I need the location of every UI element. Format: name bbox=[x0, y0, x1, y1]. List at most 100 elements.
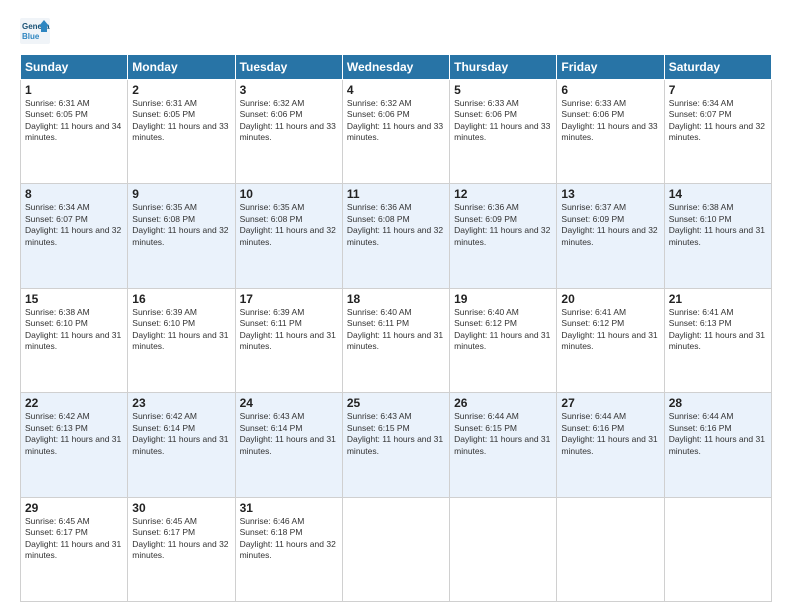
day-number: 21 bbox=[669, 292, 767, 306]
calendar-cell bbox=[557, 497, 664, 601]
cell-info: Sunrise: 6:36 AMSunset: 6:08 PMDaylight:… bbox=[347, 202, 443, 246]
day-number: 19 bbox=[454, 292, 552, 306]
calendar-table: SundayMondayTuesdayWednesdayThursdayFrid… bbox=[20, 54, 772, 602]
header: General Blue bbox=[20, 18, 772, 44]
day-number: 9 bbox=[132, 187, 230, 201]
calendar-cell: 4 Sunrise: 6:32 AMSunset: 6:06 PMDayligh… bbox=[342, 80, 449, 184]
day-number: 29 bbox=[25, 501, 123, 515]
cell-info: Sunrise: 6:44 AMSunset: 6:16 PMDaylight:… bbox=[561, 411, 657, 455]
calendar-cell: 11 Sunrise: 6:36 AMSunset: 6:08 PMDaylig… bbox=[342, 184, 449, 288]
calendar-week-row: 22 Sunrise: 6:42 AMSunset: 6:13 PMDaylig… bbox=[21, 393, 772, 497]
cell-info: Sunrise: 6:46 AMSunset: 6:18 PMDaylight:… bbox=[240, 516, 336, 560]
calendar-cell: 15 Sunrise: 6:38 AMSunset: 6:10 PMDaylig… bbox=[21, 288, 128, 392]
weekday-header-monday: Monday bbox=[128, 55, 235, 80]
cell-info: Sunrise: 6:35 AMSunset: 6:08 PMDaylight:… bbox=[240, 202, 336, 246]
day-number: 25 bbox=[347, 396, 445, 410]
calendar-cell: 17 Sunrise: 6:39 AMSunset: 6:11 PMDaylig… bbox=[235, 288, 342, 392]
calendar-cell: 13 Sunrise: 6:37 AMSunset: 6:09 PMDaylig… bbox=[557, 184, 664, 288]
day-number: 15 bbox=[25, 292, 123, 306]
calendar-cell: 24 Sunrise: 6:43 AMSunset: 6:14 PMDaylig… bbox=[235, 393, 342, 497]
calendar-cell: 22 Sunrise: 6:42 AMSunset: 6:13 PMDaylig… bbox=[21, 393, 128, 497]
calendar-week-row: 8 Sunrise: 6:34 AMSunset: 6:07 PMDayligh… bbox=[21, 184, 772, 288]
calendar-cell: 30 Sunrise: 6:45 AMSunset: 6:17 PMDaylig… bbox=[128, 497, 235, 601]
day-number: 11 bbox=[347, 187, 445, 201]
day-number: 28 bbox=[669, 396, 767, 410]
calendar-cell: 14 Sunrise: 6:38 AMSunset: 6:10 PMDaylig… bbox=[664, 184, 771, 288]
day-number: 7 bbox=[669, 83, 767, 97]
calendar-cell: 1 Sunrise: 6:31 AMSunset: 6:05 PMDayligh… bbox=[21, 80, 128, 184]
day-number: 22 bbox=[25, 396, 123, 410]
calendar-week-row: 29 Sunrise: 6:45 AMSunset: 6:17 PMDaylig… bbox=[21, 497, 772, 601]
cell-info: Sunrise: 6:42 AMSunset: 6:13 PMDaylight:… bbox=[25, 411, 121, 455]
logo: General Blue bbox=[20, 18, 50, 44]
day-number: 30 bbox=[132, 501, 230, 515]
cell-info: Sunrise: 6:39 AMSunset: 6:10 PMDaylight:… bbox=[132, 307, 228, 351]
day-number: 6 bbox=[561, 83, 659, 97]
calendar-cell: 5 Sunrise: 6:33 AMSunset: 6:06 PMDayligh… bbox=[450, 80, 557, 184]
day-number: 5 bbox=[454, 83, 552, 97]
weekday-header-sunday: Sunday bbox=[21, 55, 128, 80]
calendar-cell: 12 Sunrise: 6:36 AMSunset: 6:09 PMDaylig… bbox=[450, 184, 557, 288]
cell-info: Sunrise: 6:41 AMSunset: 6:12 PMDaylight:… bbox=[561, 307, 657, 351]
calendar-cell: 27 Sunrise: 6:44 AMSunset: 6:16 PMDaylig… bbox=[557, 393, 664, 497]
cell-info: Sunrise: 6:45 AMSunset: 6:17 PMDaylight:… bbox=[132, 516, 228, 560]
cell-info: Sunrise: 6:38 AMSunset: 6:10 PMDaylight:… bbox=[25, 307, 121, 351]
cell-info: Sunrise: 6:31 AMSunset: 6:05 PMDaylight:… bbox=[132, 98, 228, 142]
calendar-cell: 7 Sunrise: 6:34 AMSunset: 6:07 PMDayligh… bbox=[664, 80, 771, 184]
cell-info: Sunrise: 6:33 AMSunset: 6:06 PMDaylight:… bbox=[454, 98, 550, 142]
cell-info: Sunrise: 6:32 AMSunset: 6:06 PMDaylight:… bbox=[347, 98, 443, 142]
cell-info: Sunrise: 6:34 AMSunset: 6:07 PMDaylight:… bbox=[669, 98, 765, 142]
day-number: 18 bbox=[347, 292, 445, 306]
cell-info: Sunrise: 6:45 AMSunset: 6:17 PMDaylight:… bbox=[25, 516, 121, 560]
calendar-cell: 2 Sunrise: 6:31 AMSunset: 6:05 PMDayligh… bbox=[128, 80, 235, 184]
logo-icon: General Blue bbox=[20, 18, 50, 44]
calendar-cell: 23 Sunrise: 6:42 AMSunset: 6:14 PMDaylig… bbox=[128, 393, 235, 497]
cell-info: Sunrise: 6:31 AMSunset: 6:05 PMDaylight:… bbox=[25, 98, 121, 142]
calendar-cell: 29 Sunrise: 6:45 AMSunset: 6:17 PMDaylig… bbox=[21, 497, 128, 601]
cell-info: Sunrise: 6:40 AMSunset: 6:11 PMDaylight:… bbox=[347, 307, 443, 351]
cell-info: Sunrise: 6:38 AMSunset: 6:10 PMDaylight:… bbox=[669, 202, 765, 246]
calendar-cell: 3 Sunrise: 6:32 AMSunset: 6:06 PMDayligh… bbox=[235, 80, 342, 184]
day-number: 12 bbox=[454, 187, 552, 201]
page: General Blue SundayMondayTuesdayWednesda… bbox=[0, 0, 792, 612]
cell-info: Sunrise: 6:32 AMSunset: 6:06 PMDaylight:… bbox=[240, 98, 336, 142]
day-number: 17 bbox=[240, 292, 338, 306]
calendar-cell: 20 Sunrise: 6:41 AMSunset: 6:12 PMDaylig… bbox=[557, 288, 664, 392]
calendar-cell bbox=[664, 497, 771, 601]
day-number: 13 bbox=[561, 187, 659, 201]
day-number: 1 bbox=[25, 83, 123, 97]
weekday-header-thursday: Thursday bbox=[450, 55, 557, 80]
calendar-cell: 28 Sunrise: 6:44 AMSunset: 6:16 PMDaylig… bbox=[664, 393, 771, 497]
cell-info: Sunrise: 6:33 AMSunset: 6:06 PMDaylight:… bbox=[561, 98, 657, 142]
day-number: 14 bbox=[669, 187, 767, 201]
weekday-header-wednesday: Wednesday bbox=[342, 55, 449, 80]
calendar-cell: 9 Sunrise: 6:35 AMSunset: 6:08 PMDayligh… bbox=[128, 184, 235, 288]
cell-info: Sunrise: 6:40 AMSunset: 6:12 PMDaylight:… bbox=[454, 307, 550, 351]
calendar-cell: 31 Sunrise: 6:46 AMSunset: 6:18 PMDaylig… bbox=[235, 497, 342, 601]
day-number: 31 bbox=[240, 501, 338, 515]
cell-info: Sunrise: 6:43 AMSunset: 6:15 PMDaylight:… bbox=[347, 411, 443, 455]
weekday-header-tuesday: Tuesday bbox=[235, 55, 342, 80]
cell-info: Sunrise: 6:41 AMSunset: 6:13 PMDaylight:… bbox=[669, 307, 765, 351]
day-number: 8 bbox=[25, 187, 123, 201]
day-number: 10 bbox=[240, 187, 338, 201]
calendar-cell: 21 Sunrise: 6:41 AMSunset: 6:13 PMDaylig… bbox=[664, 288, 771, 392]
cell-info: Sunrise: 6:34 AMSunset: 6:07 PMDaylight:… bbox=[25, 202, 121, 246]
day-number: 27 bbox=[561, 396, 659, 410]
day-number: 26 bbox=[454, 396, 552, 410]
cell-info: Sunrise: 6:44 AMSunset: 6:15 PMDaylight:… bbox=[454, 411, 550, 455]
calendar-cell: 26 Sunrise: 6:44 AMSunset: 6:15 PMDaylig… bbox=[450, 393, 557, 497]
day-number: 20 bbox=[561, 292, 659, 306]
cell-info: Sunrise: 6:36 AMSunset: 6:09 PMDaylight:… bbox=[454, 202, 550, 246]
calendar-cell bbox=[342, 497, 449, 601]
cell-info: Sunrise: 6:42 AMSunset: 6:14 PMDaylight:… bbox=[132, 411, 228, 455]
cell-info: Sunrise: 6:43 AMSunset: 6:14 PMDaylight:… bbox=[240, 411, 336, 455]
day-number: 23 bbox=[132, 396, 230, 410]
day-number: 3 bbox=[240, 83, 338, 97]
calendar-cell: 10 Sunrise: 6:35 AMSunset: 6:08 PMDaylig… bbox=[235, 184, 342, 288]
cell-info: Sunrise: 6:44 AMSunset: 6:16 PMDaylight:… bbox=[669, 411, 765, 455]
svg-text:Blue: Blue bbox=[22, 32, 40, 41]
calendar-body: 1 Sunrise: 6:31 AMSunset: 6:05 PMDayligh… bbox=[21, 80, 772, 602]
weekday-header-friday: Friday bbox=[557, 55, 664, 80]
day-number: 2 bbox=[132, 83, 230, 97]
